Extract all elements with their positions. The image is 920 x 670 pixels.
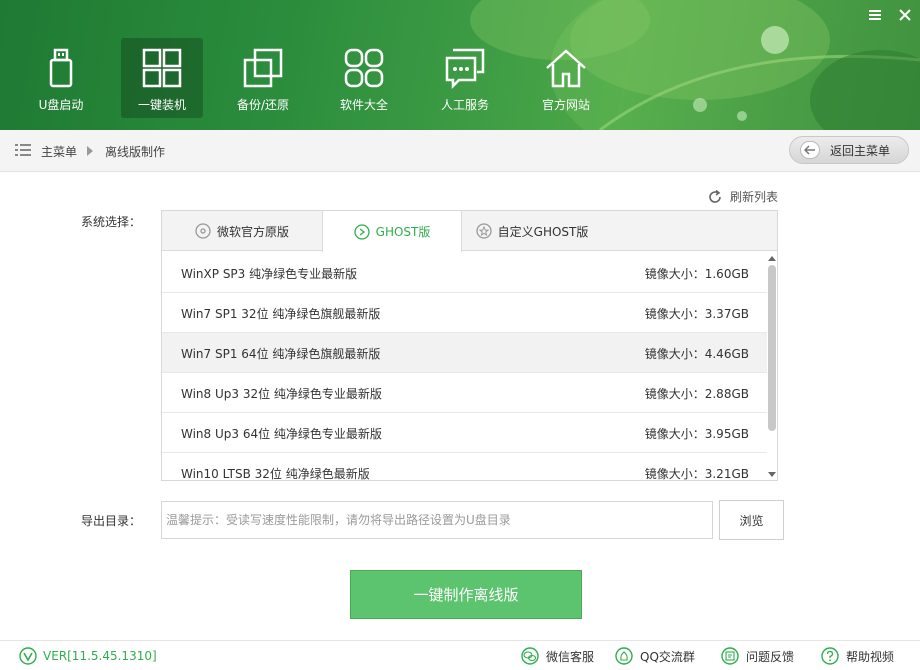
qq-icon <box>615 647 633 665</box>
system-name: Win8 Up3 32位 纯净绿色专业最新版 <box>181 387 382 401</box>
footer-link-label: QQ交流群 <box>640 649 695 664</box>
scroll-up-icon[interactable] <box>767 253 777 263</box>
image-size: 镜像大小：3.37GB <box>644 307 749 321</box>
wechat-support-link[interactable]: 微信客服 <box>520 647 594 665</box>
back-button-label: 返回主菜单 <box>830 143 891 158</box>
image-size: 镜像大小：4.46GB <box>644 347 749 361</box>
list-menu-icon <box>15 144 31 156</box>
make-offline-button[interactable]: 一键制作离线版 <box>350 570 582 619</box>
nav-label: 人工服务 <box>440 98 489 112</box>
list-item[interactable]: Win10 LTSB 32位 纯净绿色最新版 镜像大小：3.21GB <box>162 453 767 480</box>
image-size: 镜像大小：2.88GB <box>644 387 749 401</box>
breadcrumb-separator-icon <box>87 146 93 156</box>
image-size: 镜像大小：1.60GB <box>644 267 749 281</box>
header-banner: U盘启动 一键装机 备份/还原 软件大全 人工服务 官方网站 <box>0 0 920 130</box>
wechat-icon <box>521 647 539 665</box>
back-to-main-button[interactable]: 返回主菜单 <box>789 136 909 164</box>
version-info: VER[11.5.45.1310] <box>19 647 157 665</box>
nav-item-one-click-install[interactable]: 一键装机 <box>121 38 203 118</box>
qq-group-link[interactable]: QQ交流群 <box>614 647 695 665</box>
footer-link-label: 微信客服 <box>546 649 595 664</box>
system-list: WinXP SP3 纯净绿色专业最新版 镜像大小：1.60GB Win7 SP1… <box>162 253 767 480</box>
nav-label: U盘启动 <box>38 98 84 112</box>
image-size: 镜像大小：3.21GB <box>644 467 749 480</box>
nav-label: 软件大全 <box>339 98 388 112</box>
tab-microsoft-original[interactable]: 微软官方原版 <box>162 211 322 251</box>
breadcrumb-main-menu[interactable]: 主菜单 <box>41 143 77 160</box>
list-item[interactable]: Win7 SP1 32位 纯净绿色旗舰最新版 镜像大小：3.37GB <box>162 293 767 333</box>
browse-button[interactable]: 浏览 <box>719 500 784 540</box>
list-item-selected[interactable]: Win7 SP1 64位 纯净绿色旗舰最新版 镜像大小：4.46GB <box>162 333 767 373</box>
windows-logo-icon <box>142 48 182 88</box>
tab-label: 自定义GHOST版 <box>497 224 589 239</box>
nav-item-software[interactable]: 软件大全 <box>323 38 405 118</box>
home-icon <box>546 49 586 88</box>
footer-link-label: 问题反馈 <box>746 649 795 664</box>
list-item[interactable]: WinXP SP3 纯净绿色专业最新版 镜像大小：1.60GB <box>162 253 767 293</box>
system-select-label: 系统选择： <box>81 215 142 229</box>
main-nav: U盘启动 一键装机 备份/还原 软件大全 人工服务 官方网站 <box>20 38 626 118</box>
ghost-disc-icon <box>353 223 370 240</box>
nav-item-usb-boot[interactable]: U盘启动 <box>20 38 102 118</box>
tab-custom-ghost[interactable]: 自定义GHOST版 <box>462 211 602 251</box>
system-name: Win8 Up3 64位 纯净绿色专业最新版 <box>181 427 382 441</box>
nav-item-official-site[interactable]: 官方网站 <box>525 38 607 118</box>
nav-label: 一键装机 <box>137 98 186 112</box>
nav-item-manual-service[interactable]: 人工服务 <box>424 38 506 118</box>
system-name: Win10 LTSB 32位 纯净绿色最新版 <box>181 467 370 480</box>
system-name: Win7 SP1 32位 纯净绿色旗舰最新版 <box>181 307 381 321</box>
feedback-icon <box>721 647 739 665</box>
system-list-panel: 微软官方原版 GHOST版 自定义GHOST版 WinXP SP3 纯净绿色专业… <box>161 210 778 481</box>
help-icon <box>821 647 839 665</box>
version-text: VER[11.5.45.1310] <box>43 649 157 663</box>
refresh-list-button[interactable]: 刷新列表 <box>708 188 778 205</box>
list-item[interactable]: Win8 Up3 32位 纯净绿色专业最新版 镜像大小：2.88GB <box>162 373 767 413</box>
system-name: WinXP SP3 纯净绿色专业最新版 <box>181 267 358 281</box>
image-size: 镜像大小：3.95GB <box>644 427 749 441</box>
version-check-icon <box>19 647 37 665</box>
feedback-link[interactable]: 问题反馈 <box>720 647 794 665</box>
hamburger-icon[interactable] <box>860 0 890 30</box>
tab-ghost[interactable]: GHOST版 <box>322 211 462 252</box>
list-item[interactable]: Win8 Up3 64位 纯净绿色专业最新版 镜像大小：3.95GB <box>162 413 767 453</box>
breadcrumb-current: 离线版制作 <box>105 145 166 159</box>
disc-icon <box>195 223 211 239</box>
close-icon[interactable] <box>890 0 920 30</box>
tab-label: GHOST版 <box>375 225 431 239</box>
export-path-input[interactable] <box>161 501 713 539</box>
usb-drive-icon <box>49 48 73 88</box>
nav-label: 备份/还原 <box>236 98 290 112</box>
back-arrow-icon <box>800 141 820 159</box>
refresh-label: 刷新列表 <box>730 190 779 204</box>
tab-label: 微软官方原版 <box>216 224 289 239</box>
scrollbar-thumb[interactable] <box>768 265 776 431</box>
help-video-link[interactable]: 帮助视频 <box>820 647 894 665</box>
system-name: Win7 SP1 64位 纯净绿色旗舰最新版 <box>181 347 381 361</box>
footer: VER[11.5.45.1310] 微信客服 QQ交流群 问题反馈 帮助视频 <box>0 640 920 670</box>
nav-label: 官方网站 <box>541 98 590 112</box>
breadcrumb: 主菜单 离线版制作 返回主菜单 <box>0 130 920 172</box>
refresh-icon <box>709 189 721 203</box>
nav-item-backup-restore[interactable]: 备份/还原 <box>222 38 304 118</box>
apps-grid-icon <box>344 48 384 88</box>
chat-icon <box>445 48 485 90</box>
scroll-down-icon[interactable] <box>767 469 777 479</box>
star-disc-icon <box>475 223 492 239</box>
export-dir-label: 导出目录： <box>81 514 142 528</box>
backup-icon <box>243 48 283 88</box>
tab-bar: 微软官方原版 GHOST版 自定义GHOST版 <box>162 211 777 252</box>
footer-link-label: 帮助视频 <box>846 649 895 664</box>
